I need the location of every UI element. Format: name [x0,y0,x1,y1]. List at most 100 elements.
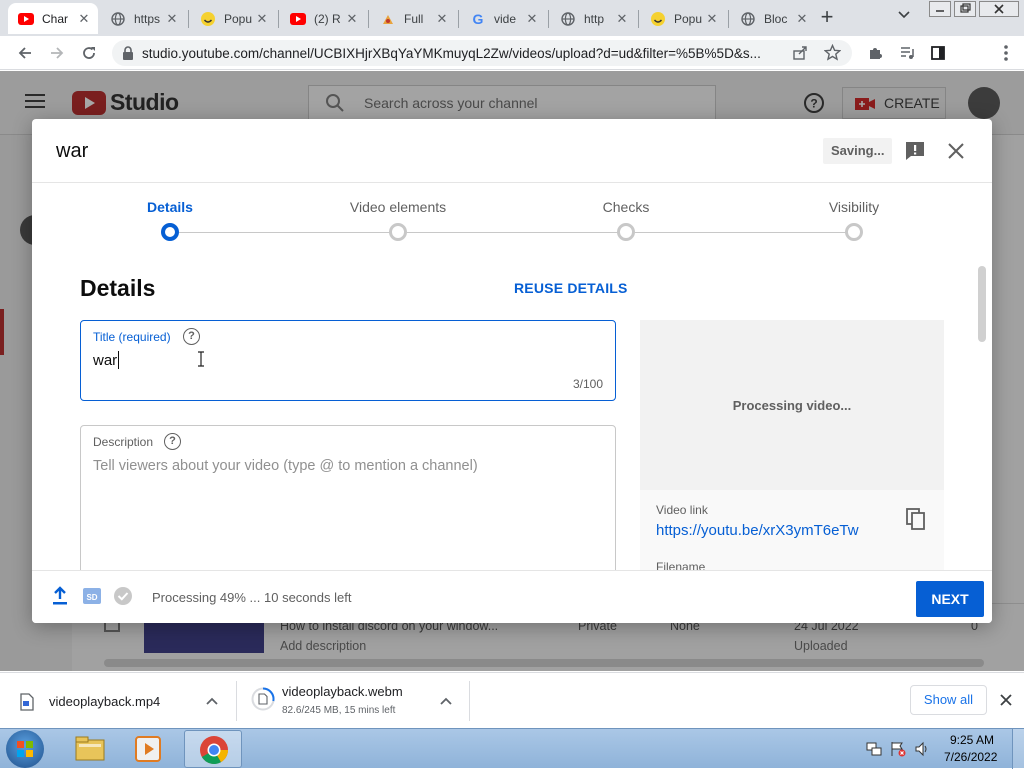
reload-icon[interactable] [78,42,100,64]
back-arrow-icon[interactable] [14,42,36,64]
studio-search-placeholder: Search across your channel [364,95,538,111]
restore-window-button[interactable] [954,1,976,17]
feedback-icon[interactable] [904,140,926,167]
browser-tab[interactable]: http ✕ [550,3,636,34]
title-help-icon[interactable]: ? [183,328,200,345]
close-tab-icon[interactable]: ✕ [254,11,270,27]
browser-toolbar: studio.youtube.com/channel/UCBIXHjrXBqYa… [0,36,1024,100]
globe-icon [740,11,756,27]
download-progress-ring-icon [251,687,275,716]
hamburger-menu-icon[interactable] [24,93,46,114]
channel-avatar[interactable] [968,87,1000,119]
close-tab-icon[interactable]: ✕ [794,11,810,27]
share-icon[interactable] [792,45,808,66]
close-dialog-icon[interactable] [946,141,966,166]
step-visibility[interactable]: Visibility [784,199,924,215]
browser-tab[interactable]: Bloc ✕ [730,3,816,34]
reuse-details-button[interactable]: REUSE DETAILS [514,280,628,296]
youtube-icon [18,11,34,27]
create-button[interactable]: CREATE [842,87,946,119]
taskbar-clock-date[interactable]: 7/26/2022 [944,750,997,764]
show-desktop-button[interactable] [1012,729,1024,769]
step-checks[interactable]: Checks [556,199,696,215]
extensions-puzzle-icon[interactable] [864,42,886,64]
step-details[interactable]: Details [100,199,240,215]
close-tab-icon[interactable]: ✕ [76,11,92,27]
svg-text:?: ? [810,97,817,111]
action-center-flag-icon[interactable] [890,741,906,762]
description-field[interactable]: Description ? Tell viewers about your vi… [80,425,616,585]
close-tab-icon[interactable]: ✕ [704,11,720,27]
video-row-date-status: Uploaded [794,639,848,653]
step-video-elements-dot[interactable] [389,223,407,241]
step-visibility-dot[interactable] [845,223,863,241]
folder-icon [75,736,105,761]
close-shelf-icon[interactable] [999,693,1013,712]
new-tab-button[interactable]: + [816,6,838,28]
close-tab-icon[interactable]: ✕ [614,11,630,27]
bookmark-star-icon[interactable] [823,43,842,66]
text-caret [118,351,119,369]
checks-icon [113,586,133,611]
help-icon[interactable]: ? [803,92,825,119]
file-explorer-taskbar-button[interactable] [70,732,110,766]
volume-icon[interactable] [914,741,930,762]
lock-icon[interactable] [122,46,134,65]
tab-search-chevron-icon[interactable] [896,6,914,26]
table-horizontal-scrollbar[interactable] [104,659,984,667]
browser-tab[interactable]: https ✕ [100,3,186,34]
video-link[interactable]: https://youtu.be/xrX3ymT6eTw [656,522,859,539]
start-button[interactable] [6,730,44,768]
description-placeholder: Tell viewers about your video (type @ to… [93,458,478,474]
browser-tab[interactable]: Popu ✕ [190,3,276,34]
step-checks-dot[interactable] [617,223,635,241]
dialog-scrollbar[interactable] [978,266,986,342]
next-button[interactable]: NEXT [916,581,984,617]
studio-search-box[interactable]: Search across your channel [308,85,716,121]
browser-tab[interactable]: G vide ✕ [460,3,546,34]
description-field-label: Description [93,435,154,449]
media-control-icon[interactable] [896,42,918,64]
url-text[interactable]: studio.youtube.com/channel/UCBIXHjrXBqYa… [142,46,782,61]
description-help-icon[interactable]: ? [164,433,181,450]
browser-tab-strip: Char ✕ https ✕ Popu ✕ (2) R ✕ Full ✕ G v… [0,0,1024,36]
details-heading: Details [80,275,156,301]
close-tab-icon[interactable]: ✕ [164,11,180,27]
minimize-window-button[interactable] [929,1,951,17]
chrome-taskbar-button[interactable] [184,730,242,768]
youtube-logo-icon[interactable] [72,91,106,120]
browser-tab[interactable]: Popu ✕ [640,3,726,34]
file-icon [380,11,396,27]
chevron-up-icon[interactable] [439,694,453,713]
download-divider [469,681,470,721]
create-button-label: CREATE [884,95,940,111]
media-player-taskbar-button[interactable] [128,732,168,766]
close-window-button[interactable] [979,1,1019,17]
taskbar-clock-time[interactable]: 9:25 AM [950,733,994,747]
download-item[interactable]: videoplayback.mp4 [0,673,236,729]
address-bar[interactable]: studio.youtube.com/channel/UCBIXHjrXBqYa… [112,40,852,66]
show-all-downloads-button[interactable]: Show all [910,685,987,715]
close-tab-icon[interactable]: ✕ [524,11,540,27]
close-tab-icon[interactable]: ✕ [344,11,360,27]
browser-tab[interactable]: (2) R ✕ [280,3,366,34]
video-link-label: Video link [656,503,708,517]
title-input-value[interactable]: war [93,352,117,369]
browser-tab[interactable]: Full ✕ [370,3,456,34]
network-icon[interactable] [866,741,882,762]
close-tab-icon[interactable]: ✕ [434,11,450,27]
stepper-connector [635,232,846,233]
step-details-dot[interactable] [161,223,179,241]
title-field[interactable]: Title (required) ? war 3/100 [80,320,616,401]
side-panel-icon[interactable] [927,42,949,64]
copy-icon[interactable] [906,508,926,535]
dialog-title: war [56,140,89,162]
step-video-elements[interactable]: Video elements [328,199,468,215]
kebab-menu-icon[interactable] [1000,43,1012,63]
google-icon: G [472,10,484,27]
download-item[interactable]: videoplayback.webm 82.6/245 MB, 15 mins … [237,673,469,729]
forward-arrow-icon[interactable] [46,42,68,64]
browser-tab[interactable]: Char ✕ [8,3,98,34]
download-filename: videoplayback.webm [282,684,403,699]
chevron-up-icon[interactable] [205,694,219,713]
